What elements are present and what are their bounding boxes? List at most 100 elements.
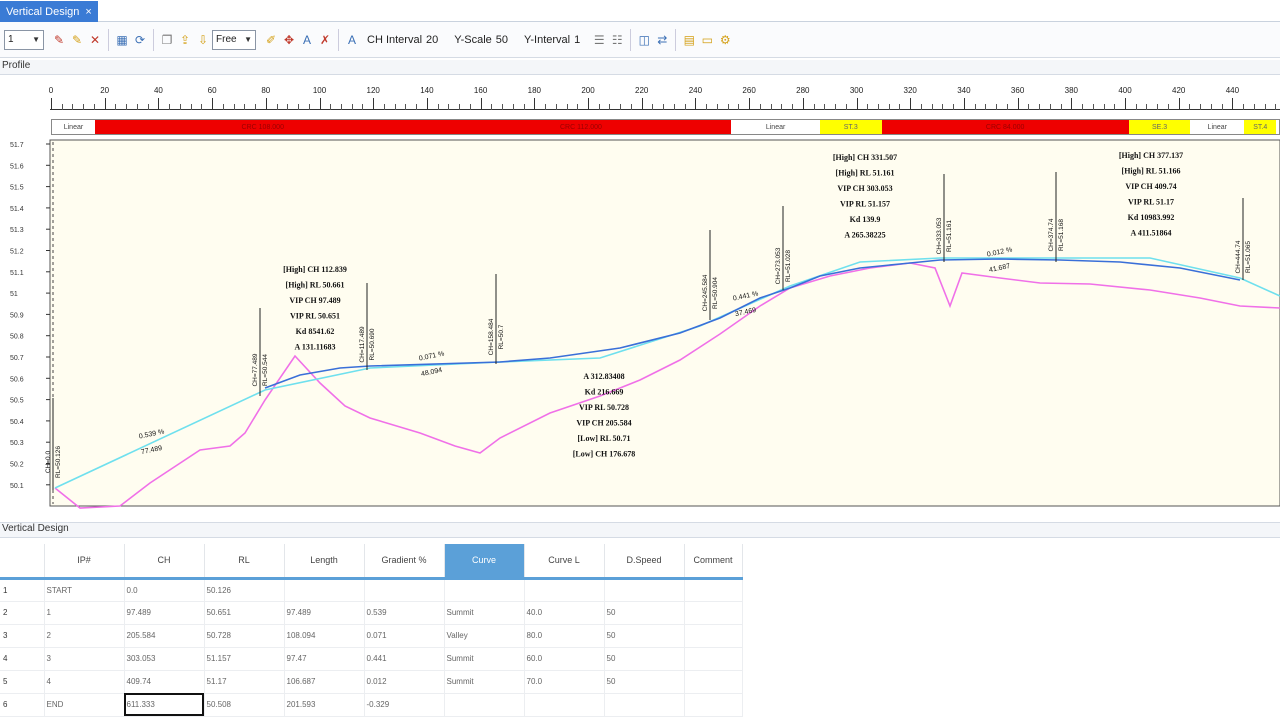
chart-icon[interactable]: ◫ [636,31,652,49]
table-cell[interactable]: 611.333 [124,693,205,717]
table-cell[interactable]: 60.0 [524,647,605,671]
table-cell[interactable] [684,670,743,694]
table-cell[interactable]: 70.0 [524,670,605,694]
delete-vip-icon[interactable]: ✕ [87,31,103,49]
table-cell[interactable]: 51.17 [204,670,285,694]
table-cell[interactable]: 50.126 [204,578,285,602]
table-cell[interactable]: 3 [44,647,125,671]
table-cell[interactable]: 409.74 [124,670,205,694]
close-icon[interactable]: × [85,6,91,18]
clear-icon[interactable]: ✗ [317,31,333,49]
table-cell[interactable] [684,624,743,648]
table-cell[interactable]: 97.47 [284,647,365,671]
text-a-icon[interactable]: A [299,31,315,49]
curve-bar-segment-red[interactable]: CRC 112.000 [430,120,732,134]
table-cell[interactable]: 108.094 [284,624,365,648]
export-icon[interactable]: ⇪ [177,31,193,49]
import-icon[interactable]: ⇩ [195,31,211,49]
curve-bar-segment-red[interactable]: CRC 84.000 [881,120,1129,134]
table-cell[interactable]: 50.508 [204,693,285,717]
column-header-rl[interactable]: RL [204,544,285,580]
table-cell[interactable]: 50 [604,624,685,648]
settings-icon[interactable]: ⚙ [717,31,733,49]
curve-bar-segment-yellow[interactable]: SE.3 [1128,120,1191,134]
curve-bar-segment-yellow[interactable]: ST.3 [819,120,882,134]
column-header-comment[interactable]: Comment [684,544,743,580]
table-cell[interactable]: 0.071 [364,624,445,648]
table-cell[interactable] [684,601,743,625]
mode-combo[interactable]: Free ▼ [212,29,256,50]
table-cell[interactable]: 50.728 [204,624,285,648]
table-cell[interactable]: 0.441 [364,647,445,671]
list-alt-icon[interactable]: ☷ [609,31,625,49]
table-cell[interactable] [444,693,525,717]
table-cell[interactable]: Summit [444,601,525,625]
column-header-gradient[interactable]: Gradient % [364,544,445,580]
table-cell[interactable]: 0.012 [364,670,445,694]
table-cell[interactable] [284,578,365,602]
font-icon[interactable]: A [344,31,360,49]
table-cell[interactable]: 97.489 [124,601,205,625]
table-cell[interactable]: 1 [44,601,125,625]
curve-bar-segment-linear[interactable]: Linear [731,120,820,134]
column-header-ip[interactable]: IP# [44,544,125,580]
table-cell[interactable]: 97.489 [284,601,365,625]
table-cell[interactable]: START [44,578,125,602]
table-cell[interactable]: 50 [604,647,685,671]
table-cell[interactable] [684,647,743,671]
table-cell[interactable] [524,578,605,602]
curve-bar-segment-yellow[interactable]: ST.4 [1244,120,1277,134]
column-header-curve[interactable]: Curve [444,544,525,580]
report-icon[interactable]: ▤ [681,31,697,49]
table-cell[interactable]: 2 [44,624,125,648]
table-cell[interactable] [684,578,743,602]
table-row[interactable]: 5 4 409.74 51.17 106.687 0.012 Summit 70.0 50 [0,670,743,694]
curve-bar-segment-linear[interactable]: Linear [52,120,95,134]
layer-combo[interactable]: 1 ▼ [4,29,44,50]
table-cell[interactable] [604,578,685,602]
edit-vip-icon[interactable]: ✎ [69,31,85,49]
draw-icon[interactable]: ✐ [263,31,279,49]
table-row[interactable]: 3 2 205.584 50.728 108.094 0.071 Valley 80.0 50 [0,624,743,648]
profile-plot[interactable]: 51.7 51.6 51.5 51.4 51.3 51.2 51.1 51 50.9 50.8 50… [0,138,1280,510]
table-row[interactable]: 6 END 611.333 50.508 201.593 -0.329 [0,693,743,717]
add-vip-icon[interactable]: ✎ [51,31,67,49]
table-cell[interactable]: 303.053 [124,647,205,671]
column-header-ch[interactable]: CH [124,544,205,580]
y-scale-input[interactable]: 50 [496,34,508,46]
table-cell[interactable] [684,693,743,717]
y-interval-input[interactable]: 1 [574,34,580,46]
table-cell[interactable]: 50 [604,670,685,694]
list-icon[interactable]: ☰ [591,31,607,49]
curve-bar-segment-red[interactable]: CRC 108.000 [94,120,431,134]
table-cell[interactable] [604,693,685,717]
table-cell[interactable]: 80.0 [524,624,605,648]
move-icon[interactable]: ✥ [281,31,297,49]
table-cell[interactable] [364,578,445,602]
column-header-d-speed[interactable]: D.Speed [604,544,685,580]
table-cell[interactable]: Valley [444,624,525,648]
folder-icon[interactable]: ▭ [699,31,715,49]
table-cell[interactable]: 201.593 [284,693,365,717]
table-cell[interactable]: Summit [444,670,525,694]
table-cell[interactable] [524,693,605,717]
ch-interval-input[interactable]: 20 [426,34,438,46]
table-cell[interactable]: 205.584 [124,624,205,648]
curve-bar-segment-linear[interactable]: Linear [1190,120,1245,134]
table-cell[interactable]: 4 [44,670,125,694]
column-header-curve-l[interactable]: Curve L [524,544,605,580]
copy-icon[interactable]: ❐ [159,31,175,49]
table-cell[interactable] [444,578,525,602]
table-cell[interactable]: 0.0 [124,578,205,602]
sync-icon[interactable]: ⇄ [654,31,670,49]
table-cell[interactable]: 51.157 [204,647,285,671]
table-cell[interactable]: 106.687 [284,670,365,694]
column-header-length[interactable]: Length [284,544,365,580]
refresh-icon[interactable]: ⟳ [132,31,148,49]
tab-vertical-design[interactable]: Vertical Design × [0,1,98,22]
grid-icon[interactable]: ▦ [114,31,130,49]
table-cell[interactable]: END [44,693,125,717]
table-cell[interactable]: 50 [604,601,685,625]
profile-svg[interactable]: 51.7 51.6 51.5 51.4 51.3 51.2 51.1 51 50.9 50.8 50… [0,138,1280,510]
table-cell[interactable]: -0.329 [364,693,445,717]
